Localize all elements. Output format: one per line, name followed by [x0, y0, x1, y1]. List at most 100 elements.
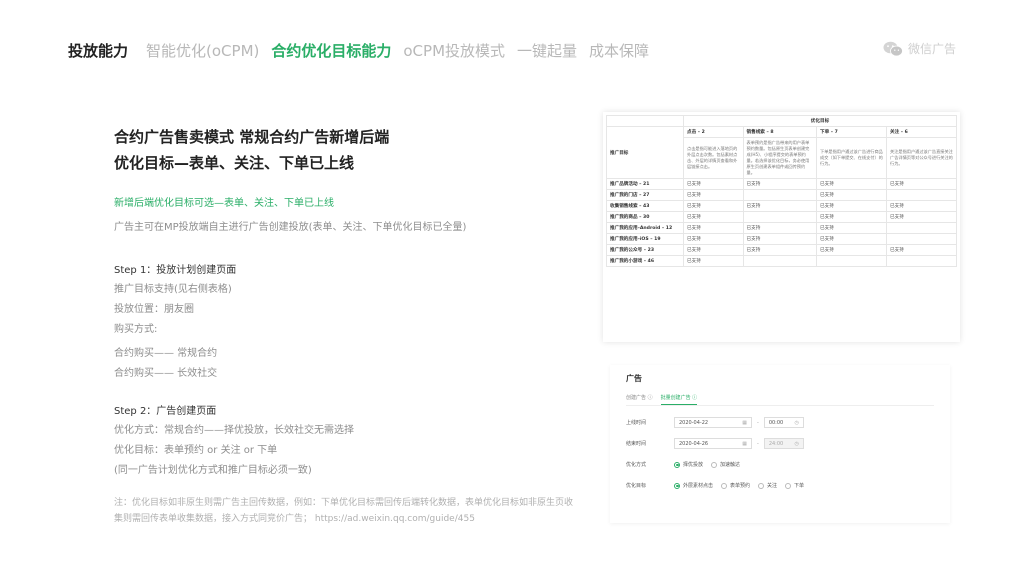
group-header: 优化目标	[683, 115, 957, 127]
step1-title: Step 1：投放计划创建页面	[114, 265, 237, 276]
support-cell: 已支持	[816, 244, 887, 256]
start-time-value: 00:00	[768, 419, 784, 426]
brand-logo: 微信广告	[883, 40, 956, 57]
start-date-value: 2020-04-22	[679, 419, 709, 426]
optimize-mode-label: 优化方式	[626, 462, 647, 468]
range-dash: -	[757, 419, 759, 426]
column-header: 关注 – 6	[886, 126, 957, 138]
step2-title: Step 2：广告创建页面	[114, 406, 217, 417]
support-cell: 已支持	[886, 244, 957, 256]
support-cell	[742, 255, 817, 267]
headline-line-2: 优化目标—表单、关注、下单已上线	[114, 154, 355, 172]
table-row: 推广我的应用–iOS – 19 已支持 已支持 已支持	[606, 233, 957, 245]
table-row: 推广我的公众号 – 23 已支持 已支持 已支持 已支持	[606, 244, 957, 256]
support-cell	[742, 189, 817, 201]
table-row: 推广我的门店 – 27 已支持 已支持	[606, 189, 957, 201]
table-row: 推广我的应用–Android – 12 已支持 已支持 已支持	[606, 222, 957, 234]
support-cell: 已支持	[816, 222, 887, 234]
row-label: 推广我的应用–iOS – 19	[606, 233, 684, 245]
support-cell: 已支持	[683, 200, 744, 212]
support-cell: 已支持	[886, 211, 957, 223]
support-cell: 已支持	[683, 211, 744, 223]
start-date-input[interactable]: 2020-04-22 ▦	[674, 417, 752, 428]
support-cell: 已支持	[742, 178, 817, 190]
highlight-text: 新增后端优化目标可选—表单、关注、下单已上线	[114, 198, 334, 209]
support-cell	[886, 189, 957, 201]
goal-support-table: 优化目标 推广目标 点击 – 2 销售线索 – 8 下单 – 7 关注 – 6 …	[606, 115, 957, 267]
nav-item-contract-goal: 合约优化目标能力	[271, 42, 392, 60]
step2-line: 优化目标：表单预约 or 关注 or 下单	[114, 445, 278, 456]
optimize-mode-row: 优化方式 择优投放 加速触达	[626, 454, 934, 475]
column-header: 下单 – 7	[816, 126, 887, 138]
form-tabs: 创建广告 ⓘ 批量创建广告 ⓘ	[626, 394, 934, 406]
top-nav: 投放能力 智能优化(oCPM) 合约优化目标能力 oCPM投放模式 一键起量 成…	[68, 40, 661, 61]
radio-icon	[758, 482, 765, 489]
support-cell: 已支持	[816, 200, 887, 212]
radio-follow[interactable]: 关注	[758, 482, 777, 489]
table-row: 推广品牌活动 – 21 已支持 已支持 已支持 已支持	[606, 178, 957, 190]
radio-click[interactable]: 外层素材点击	[674, 482, 713, 489]
step2-line: (同一广告计划优化方式和推广目标必须一致)	[114, 465, 312, 476]
support-cell: 已支持	[742, 233, 817, 245]
table-row: 推广我的商品 – 30 已支持 已支持 已支持	[606, 211, 957, 223]
radio-form[interactable]: 表单预约	[721, 482, 750, 489]
step2-line: 优化方式：常规合约——择优投放，长效社交无需选择	[114, 425, 354, 436]
support-cell: 已支持	[683, 255, 744, 267]
end-time-value: 24:00	[768, 440, 784, 447]
start-time-label: 上线时间	[626, 420, 647, 426]
radio-order[interactable]: 下单	[785, 482, 804, 489]
support-cell	[816, 255, 887, 267]
subtitle-text: 广告主可在MP投放端自主进行广告创建投放(表单、关注、下单优化目标已全量)	[114, 222, 467, 233]
tab-create-ad[interactable]: 创建广告 ⓘ	[626, 394, 653, 401]
footnote: 注：优化目标如非原生则需广告主回传数据，例如：下单优化目标需回传后端转化数据，表…	[114, 498, 574, 524]
main-content: 合约广告售卖模式 常规合约广告新增后端 优化目标—表单、关注、下单已上线 新增后…	[114, 124, 584, 527]
ad-create-form: 广告 创建广告 ⓘ 批量创建广告 ⓘ 上线时间 2020-04-22 ▦ - 00…	[610, 365, 950, 523]
column-description: 点击是指可能进入落地页的外层点击次数。包括素材点击、外层的详情页查看和外层链接点…	[683, 137, 744, 179]
support-cell: 已支持	[742, 222, 817, 234]
support-cell: 已支持	[742, 244, 817, 256]
step1-buy-line: 合约购买—— 常规合约	[114, 348, 218, 359]
support-cell: 已支持	[683, 222, 744, 234]
support-cell: 已支持	[683, 178, 744, 190]
clock-icon: ◷	[794, 419, 799, 426]
support-cell: 已支持	[683, 189, 744, 201]
end-time-label: 结束时间	[626, 441, 647, 447]
calendar-icon: ▦	[742, 440, 747, 447]
radio-preferred[interactable]: 择优投放	[674, 461, 703, 468]
step1-buy-line: 合约购买—— 长效社交	[114, 368, 218, 379]
step1-line: 推广目标支持(见右侧表格)	[114, 284, 232, 295]
optimize-goal-label: 优化目标	[626, 483, 647, 489]
clock-icon: ◷	[794, 440, 799, 447]
radio-label: 表单预约	[730, 483, 751, 489]
end-time-input: 24:00 ◷	[763, 438, 804, 449]
support-cell: 已支持	[816, 178, 887, 190]
support-cell	[886, 222, 957, 234]
radio-accelerate[interactable]: 加速触达	[711, 461, 740, 468]
radio-label: 外层素材点击	[683, 483, 714, 489]
calendar-icon: ▦	[742, 419, 747, 426]
radio-label: 加速触达	[720, 462, 741, 468]
table-row: 推广我的小游戏 – 46 已支持	[606, 255, 957, 267]
row-label: 推广我的小游戏 – 46	[606, 255, 684, 267]
end-date-input[interactable]: 2020-04-26 ▦	[674, 438, 752, 449]
support-cell: 已支持	[816, 189, 887, 201]
radio-selected-icon	[674, 482, 680, 489]
step1-line: 购买方式:	[114, 324, 158, 335]
column-description: 关注是指用户通过该广告直接关注广告详情页等对公众号进行关注的行为。	[886, 137, 957, 179]
column-header: 点击 – 2	[683, 126, 744, 138]
row-label: 推广我的应用–Android – 12	[606, 222, 684, 234]
support-cell: 已支持	[683, 244, 744, 256]
column-header: 销售线索 – 8	[742, 126, 817, 138]
row-label: 推广品牌活动 – 21	[606, 178, 684, 190]
column-description: 表单预约是指广告带来的用户表单预约数量。包括原生页表单创建完成(H5)、小程序提…	[742, 137, 817, 179]
radio-label: 择优投放	[683, 462, 704, 468]
radio-icon	[785, 482, 792, 489]
tab-batch-create-ad[interactable]: 批量创建广告 ⓘ	[660, 394, 698, 405]
support-cell: 已支持	[683, 233, 744, 245]
nav-item-capability: 投放能力	[68, 42, 129, 60]
step1-buy-options: 合约购买—— 常规合约 合约购买—— 长效社交	[114, 344, 584, 384]
support-cell: 已支持	[886, 200, 957, 212]
row-label: 推广我的门店 – 27	[606, 189, 684, 201]
end-time-row: 结束时间 2020-04-26 ▦ - 24:00 ◷	[626, 433, 934, 454]
start-time-input[interactable]: 00:00 ◷	[763, 417, 804, 428]
